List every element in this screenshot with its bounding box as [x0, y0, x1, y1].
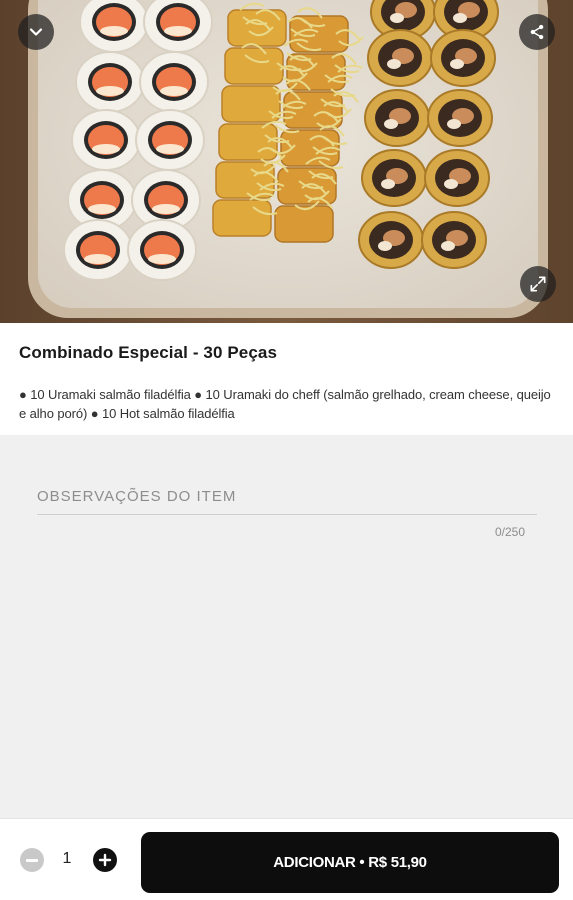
sushi-platter-illustration — [0, 0, 573, 323]
product-info: Combinado Especial - 30 Peças ● 10 Urama… — [0, 323, 573, 435]
grilled-roll — [221, 85, 281, 123]
expand-image-button[interactable] — [520, 266, 556, 302]
grilled-roll — [224, 47, 284, 85]
item-notes-input[interactable]: OBSERVAÇÕES DO ITEM — [37, 488, 537, 514]
grilled-roll — [283, 91, 343, 129]
decrease-quantity-button[interactable] — [20, 848, 44, 872]
product-image[interactable] — [0, 0, 573, 323]
share-icon — [530, 24, 544, 40]
product-description: ● 10 Uramaki salmão filadélfia ● 10 Uram… — [19, 387, 551, 421]
share-button[interactable] — [519, 14, 555, 50]
chevron-down-icon — [29, 28, 43, 36]
quantity-value: 1 — [62, 850, 72, 867]
minus-icon — [26, 858, 38, 862]
bottom-bar: 1 ADICIONAR • R$ 51,90 — [0, 818, 573, 900]
item-notes-field[interactable]: OBSERVAÇÕES DO ITEM 0/250 — [37, 488, 537, 539]
product-title: Combinado Especial - 30 Peças — [19, 343, 277, 362]
add-to-cart-button[interactable]: ADICIONAR • R$ 51,90 — [141, 832, 559, 893]
grilled-roll — [215, 161, 275, 199]
collapse-button[interactable] — [18, 14, 54, 50]
grilled-roll — [212, 199, 272, 237]
notes-character-counter: 0/250 — [494, 525, 525, 539]
plus-icon — [98, 853, 112, 867]
grilled-roll — [274, 205, 334, 243]
notes-underline — [37, 514, 537, 515]
increase-quantity-button[interactable] — [93, 848, 117, 872]
expand-icon — [530, 276, 546, 292]
